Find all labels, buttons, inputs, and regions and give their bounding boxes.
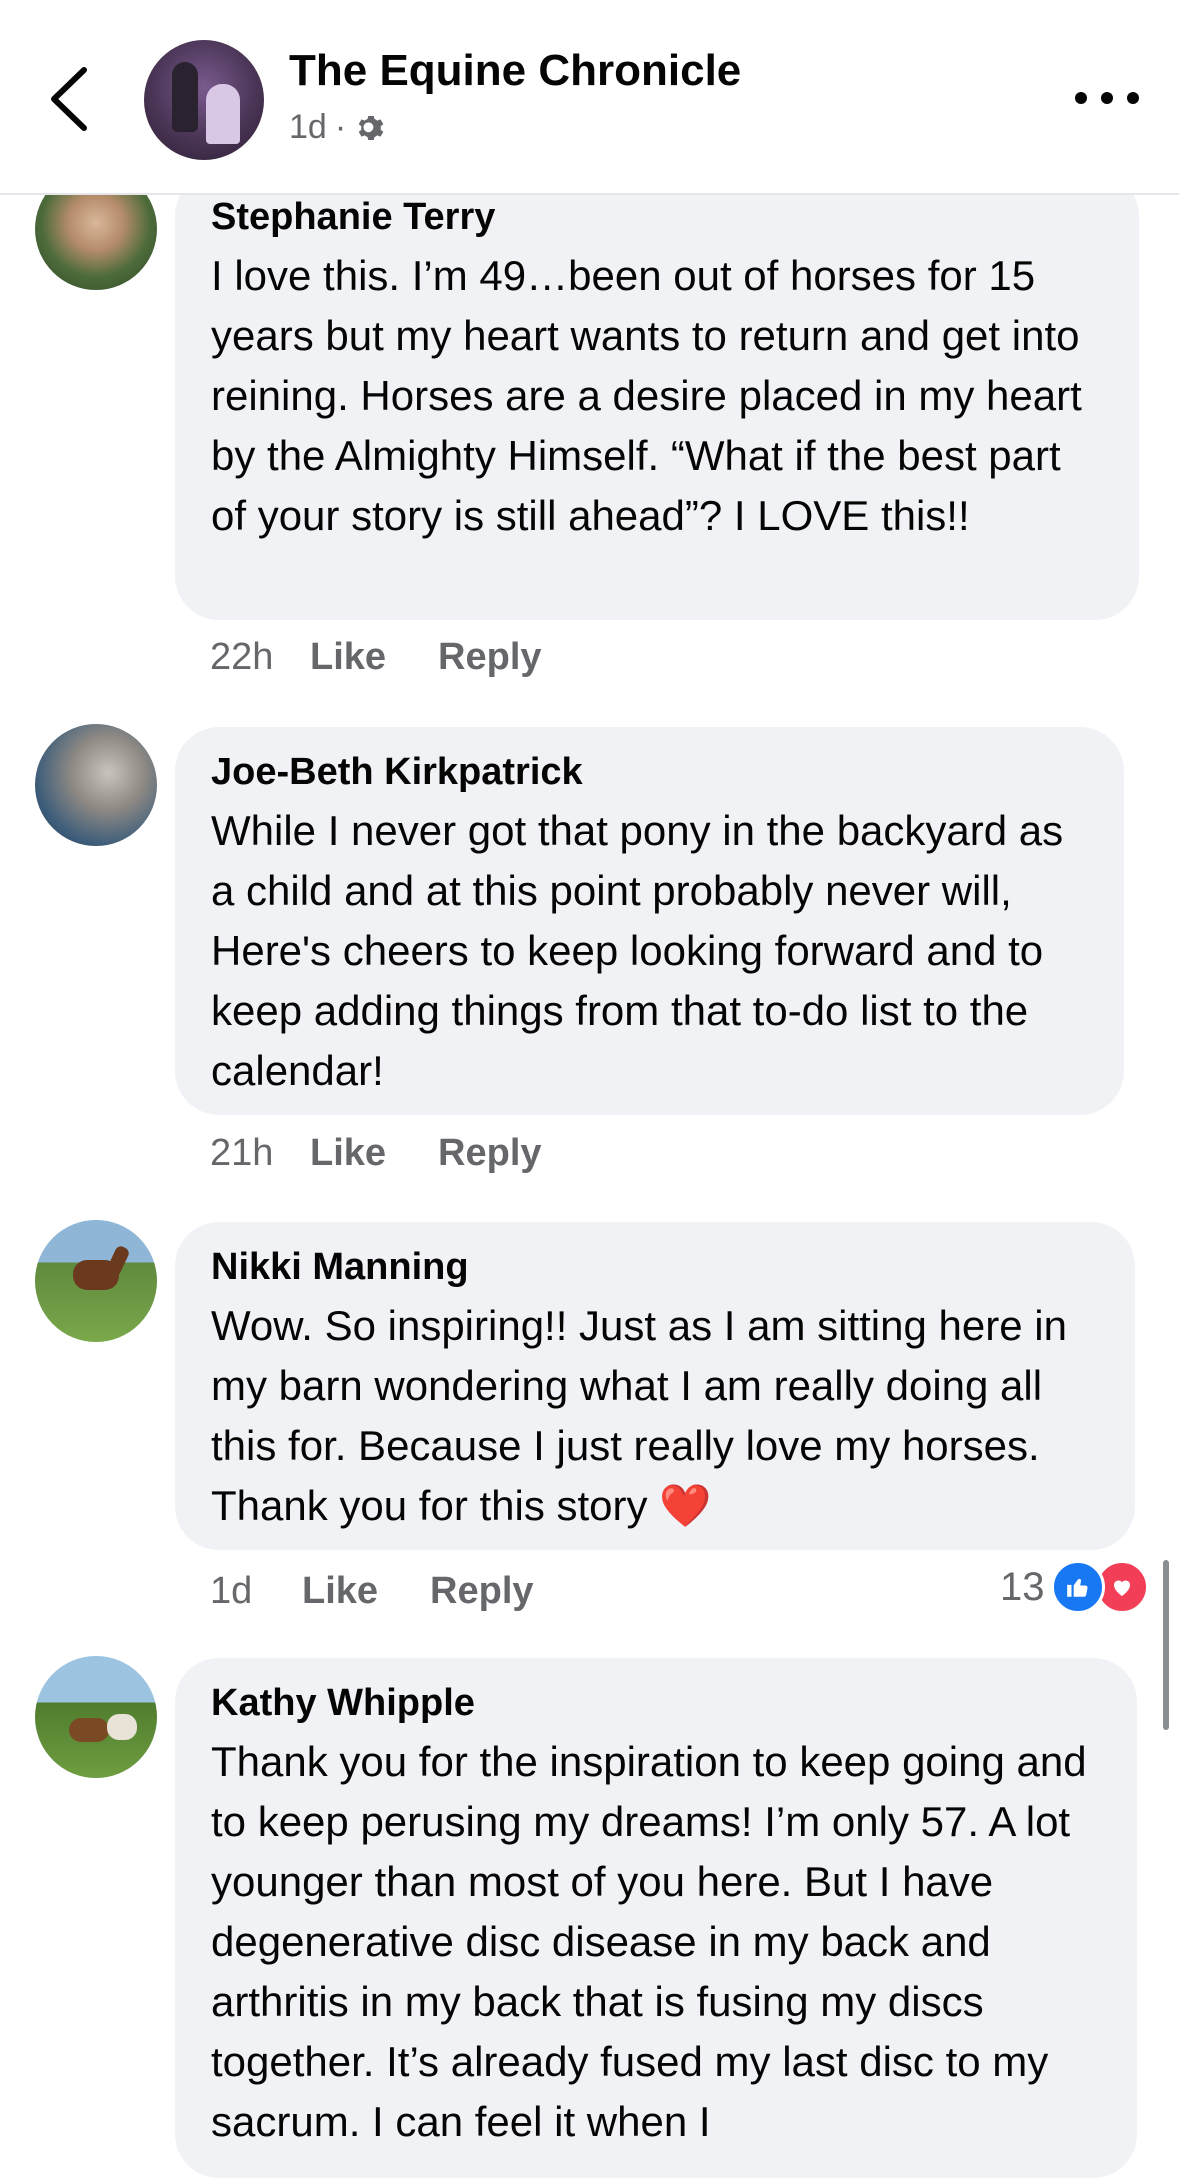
reply-button[interactable]: Reply: [438, 636, 541, 679]
comment-time[interactable]: 1d: [210, 1570, 302, 1613]
comment-bubble: Nikki Manning Wow. So inspiring!! Just a…: [175, 1222, 1135, 1550]
meta-separator: ·: [334, 108, 347, 146]
comment-actions: 1d Like Reply: [210, 1570, 534, 1613]
reaction-count: 13: [1000, 1564, 1045, 1609]
post-meta: 1d ·: [289, 108, 388, 147]
comment-time[interactable]: 22h: [210, 636, 310, 679]
comment-author[interactable]: Kathy Whipple: [211, 1680, 1101, 1726]
heart-emoji: ❤️: [659, 1482, 712, 1529]
more-icon: [1075, 92, 1087, 104]
post-time: 1d: [289, 108, 327, 146]
comment-bubble: Joe-Beth Kirkpatrick While I never got t…: [175, 727, 1124, 1115]
avatar[interactable]: [35, 1656, 157, 1778]
page-title[interactable]: The Equine Chronicle: [289, 46, 741, 96]
comment-actions: 22h Like Reply: [210, 636, 542, 679]
like-button[interactable]: Like: [302, 1570, 378, 1613]
scrollbar[interactable]: [1163, 1560, 1169, 1730]
comment-text: Thank you for the inspiration to keep go…: [211, 1738, 1087, 2145]
more-options-button[interactable]: [1075, 88, 1139, 108]
gear-icon: [358, 115, 384, 140]
comment-author[interactable]: Stephanie Terry: [211, 194, 1103, 240]
comment-text: While I never got that pony in the backy…: [211, 807, 1064, 1094]
comment-bubble: Stephanie Terry I love this. I’m 49…been…: [175, 172, 1139, 620]
comment-actions: 21h Like Reply: [210, 1132, 542, 1175]
comment-author[interactable]: Nikki Manning: [211, 1244, 1099, 1290]
avatar[interactable]: [35, 724, 157, 846]
avatar[interactable]: [35, 1220, 157, 1342]
like-button[interactable]: Like: [310, 1132, 386, 1175]
like-reaction-icon: [1050, 1560, 1105, 1614]
back-button[interactable]: [40, 62, 100, 136]
comment-author[interactable]: Joe-Beth Kirkpatrick: [211, 749, 1088, 795]
comment-text: Wow. So inspiring!! Just as I am sitting…: [211, 1302, 1067, 1529]
back-arrow-icon: [51, 67, 87, 131]
like-button[interactable]: Like: [310, 636, 386, 679]
reply-button[interactable]: Reply: [430, 1570, 533, 1613]
reply-button[interactable]: Reply: [438, 1132, 541, 1175]
reaction-summary[interactable]: 13: [1000, 1560, 1149, 1614]
comment-time[interactable]: 21h: [210, 1132, 310, 1175]
comment-text: I love this. I’m 49…been out of horses f…: [211, 252, 1082, 539]
post-header: The Equine Chronicle 1d ·: [0, 0, 1179, 195]
comment-bubble: Kathy Whipple Thank you for the inspirat…: [175, 1658, 1137, 2178]
page-avatar[interactable]: [144, 40, 264, 160]
